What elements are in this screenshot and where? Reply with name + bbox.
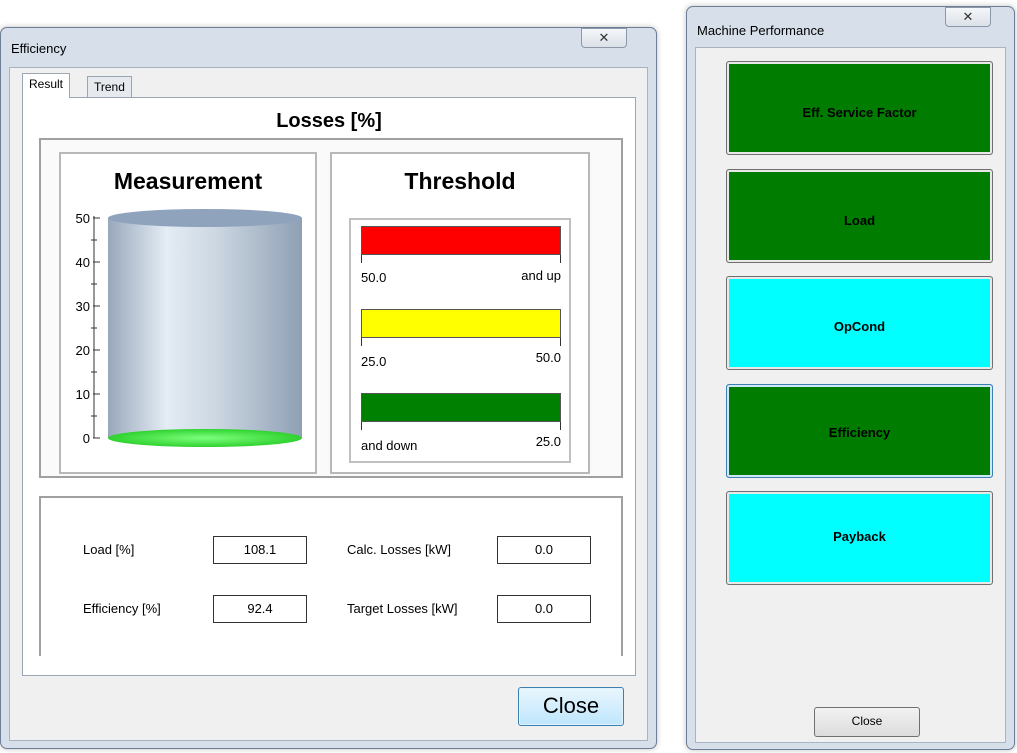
load-button[interactable]: Load <box>726 169 993 263</box>
axis-tick-label: 50 <box>76 211 90 226</box>
threshold-high-right-label: and up <box>521 268 561 283</box>
target-losses-value-field[interactable]: 0.0 <box>497 595 591 623</box>
cylinder-top <box>108 209 302 227</box>
threshold-bar-high <box>361 226 561 255</box>
opcond-button[interactable]: OpCond <box>726 276 993 370</box>
axis-tick-label: 30 <box>76 299 90 314</box>
threshold-tick <box>560 338 561 346</box>
efficiency-button[interactable]: Efficiency <box>726 384 993 478</box>
load-value-field[interactable]: 108.1 <box>213 536 307 564</box>
threshold-tick <box>361 338 362 346</box>
result-tab-page: Losses [%] Measurement 50 40 30 20 10 0 … <box>22 97 636 676</box>
efficiency-client-area: Result Trend Losses [%] Measurement 50 4… <box>9 67 648 741</box>
threshold-bar-low <box>361 393 561 422</box>
threshold-tick <box>560 422 561 430</box>
machine-performance-client-area: Eff. Service Factor Load OpCond Efficien… <box>695 47 1006 743</box>
load-label: Load [%] <box>83 542 135 557</box>
efficiency-label: Efficiency [%] <box>83 601 161 616</box>
calc-losses-label: Calc. Losses [kW] <box>347 542 452 557</box>
machine-performance-title: Machine Performance <box>697 23 825 38</box>
threshold-panel: Threshold 50.0 and up 25.0 50.0 and down… <box>330 152 590 474</box>
cylinder-fill <box>108 429 302 447</box>
cylinder-body <box>108 218 302 438</box>
axis-tick-label: 40 <box>76 255 90 270</box>
threshold-bar-mid <box>361 309 561 338</box>
threshold-mid-left-label: 25.0 <box>361 354 387 369</box>
opcond-button-label: OpCond <box>833 319 886 334</box>
axis-tick-label: 10 <box>76 387 90 402</box>
machine-performance-close-icon[interactable]: ✕ <box>945 7 991 27</box>
machine-performance-window: Machine Performance ✕ Eff. Service Facto… <box>686 6 1015 750</box>
threshold-high-left-label: 50.0 <box>361 270 387 285</box>
threshold-low-right-label: 25.0 <box>535 434 561 449</box>
efficiency-window-close-icon[interactable]: ✕ <box>581 28 627 48</box>
threshold-tick <box>560 255 561 263</box>
calc-losses-value-field[interactable]: 0.0 <box>497 536 591 564</box>
threshold-tick <box>361 255 362 263</box>
axis-tick-label: 20 <box>76 343 90 358</box>
load-button-label: Load <box>843 213 876 228</box>
eff-service-factor-button[interactable]: Eff. Service Factor <box>726 61 993 155</box>
info-frame: Load [%] 108.1 Calc. Losses [kW] 0.0 Eff… <box>39 496 623 656</box>
target-losses-label: Target Losses [kW] <box>347 601 458 616</box>
efficiency-close-button[interactable]: Close <box>518 687 624 726</box>
threshold-mid-right-label: 50.0 <box>535 350 561 365</box>
payback-button-label: Payback <box>833 529 886 544</box>
machine-performance-close-button[interactable]: Close <box>814 707 920 737</box>
efficiency-window-title: Efficiency <box>11 41 67 56</box>
efficiency-window: Efficiency ✕ Result Trend Losses [%] Mea… <box>0 27 657 749</box>
losses-title: Losses [%] <box>276 110 382 132</box>
efficiency-value-field[interactable]: 92.4 <box>213 595 307 623</box>
threshold-title: Threshold <box>404 168 516 194</box>
eff-service-factor-label: Eff. Service Factor <box>802 105 917 120</box>
threshold-tick <box>361 422 362 430</box>
tab-result[interactable]: Result <box>22 73 71 98</box>
threshold-box: 50.0 and up 25.0 50.0 and down 25.0 <box>349 218 571 463</box>
measurement-gauge: 50 40 30 20 10 0 <box>76 209 302 447</box>
losses-chart-frame: Measurement 50 40 30 20 10 0 Threshold 5… <box>39 138 623 478</box>
payback-button[interactable]: Payback <box>726 491 993 585</box>
measurement-panel: Measurement 50 40 30 20 10 0 <box>59 152 317 474</box>
axis-tick-label: 0 <box>83 431 90 446</box>
tab-trend[interactable]: Trend <box>87 76 132 99</box>
threshold-low-left-label: and down <box>361 438 418 453</box>
efficiency-button-label: Efficiency <box>828 425 891 440</box>
